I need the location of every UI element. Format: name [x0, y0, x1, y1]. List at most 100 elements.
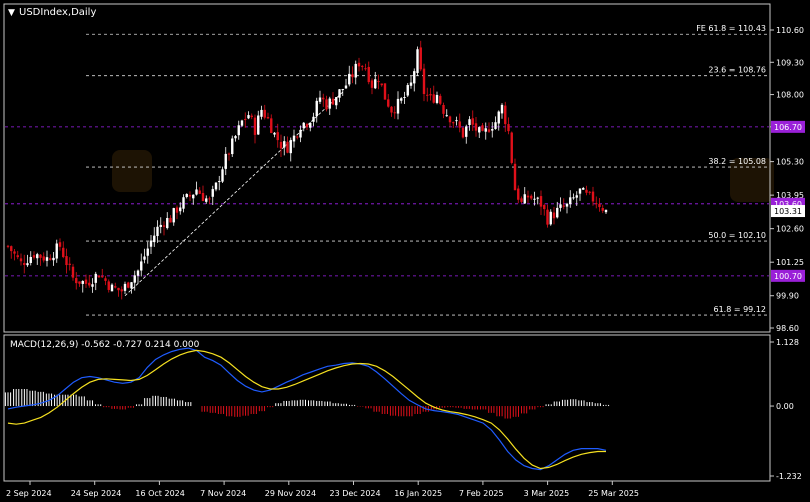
candle-body [374, 79, 377, 89]
candle-body [55, 243, 58, 259]
candle-body [354, 63, 357, 78]
candle-body [497, 111, 500, 124]
candle-body [45, 257, 49, 261]
candle-body [253, 117, 257, 135]
candle-body [400, 98, 403, 101]
candle-body [575, 195, 578, 198]
candle-body [513, 163, 517, 191]
candle-body [559, 204, 562, 208]
candle-body [198, 190, 201, 194]
candle-body [562, 205, 565, 207]
candle-body [491, 129, 494, 131]
candle-body [595, 203, 598, 205]
candle-body [75, 278, 78, 284]
candle-body [52, 257, 55, 261]
candle-body [487, 129, 491, 132]
candle-body [143, 256, 146, 260]
candle-body [140, 261, 143, 271]
candle-body [556, 207, 559, 218]
candle-body [361, 65, 364, 67]
candle-body [162, 225, 166, 227]
candle-body [156, 226, 159, 237]
candle-body [393, 112, 396, 114]
candle-body [429, 94, 432, 96]
chart-canvas: ▼ USDIndex,Daily MACD(12,26,9) -0.562 -0… [0, 0, 810, 502]
candle-body [448, 116, 452, 123]
macd-tick-label: -1.232 [776, 472, 802, 481]
candle-body [13, 251, 16, 254]
fib-level-label: 50.0 = 102.10 [708, 231, 766, 240]
candle-body [224, 153, 227, 169]
candle-body [81, 280, 84, 284]
candle-body [286, 141, 289, 153]
candle-body [416, 49, 419, 73]
candle-body [208, 198, 211, 200]
time-tick-label: 2 Sep 2024 [6, 489, 52, 498]
candle-body [107, 281, 110, 290]
price-tick-label: 110.60 [776, 26, 804, 35]
time-tick-label: 3 Mar 2025 [524, 489, 570, 498]
candle-body [299, 129, 302, 138]
candle-body [6, 245, 10, 247]
price-tick-label: 105.30 [776, 158, 804, 167]
candle-body [23, 262, 26, 265]
candle-body [257, 115, 260, 135]
candle-body [289, 140, 292, 154]
candle-body [49, 258, 52, 260]
fib-level-label: FE 61.8 = 110.43 [696, 24, 766, 33]
candle-body [123, 283, 127, 291]
candle-body [283, 141, 286, 148]
candle-body [127, 282, 130, 288]
candle-body [604, 209, 608, 213]
candle-body [377, 81, 380, 83]
candle-body [546, 209, 549, 225]
candle-body [263, 109, 266, 118]
candle-body [536, 197, 539, 199]
candle-body [409, 82, 413, 86]
candle-body [481, 125, 484, 131]
candle-body [598, 203, 601, 208]
candle-body [279, 141, 283, 149]
price-tick-label: 101.25 [776, 258, 804, 267]
candle-body [153, 235, 156, 243]
candle-body [84, 279, 88, 284]
candle-body [588, 191, 591, 193]
candle-body [244, 118, 247, 120]
time-tick-label: 7 Nov 2024 [200, 489, 246, 498]
fib-level-label: 38.2 = 105.08 [708, 157, 766, 166]
fib-level-label: 23.6 = 108.76 [708, 66, 766, 75]
current-price-label: 103.31 [774, 207, 802, 216]
candle-body [227, 153, 231, 155]
candle-body [240, 120, 244, 126]
candle-body [237, 125, 240, 136]
price-tick-label: 99.90 [776, 292, 799, 301]
candle-body [601, 207, 604, 211]
candle-body [517, 188, 520, 200]
candle-body [565, 203, 569, 207]
candle-body [413, 71, 416, 84]
candle-body [585, 189, 588, 193]
candle-body [71, 266, 75, 278]
candle-body [218, 181, 221, 183]
candle-body [201, 192, 205, 202]
candle-body [221, 169, 224, 182]
candle-body [341, 89, 344, 91]
time-tick-label: 25 Mar 2025 [588, 489, 639, 498]
candle-body [455, 120, 458, 122]
candle-body [247, 115, 250, 119]
candle-body [569, 197, 572, 205]
triangle-icon[interactable]: ▼ [8, 8, 15, 18]
candle-body [296, 136, 299, 138]
candle-body [101, 276, 104, 278]
candle-body [500, 104, 504, 114]
candle-body [526, 195, 530, 198]
candle-body [387, 99, 390, 107]
fib-level-label: 61.8 = 99.12 [713, 305, 766, 314]
candle-body [530, 195, 533, 199]
candle-body [292, 135, 296, 142]
candle-body [305, 124, 309, 128]
candle-body [357, 62, 361, 67]
candle-body [65, 256, 68, 266]
candle-body [192, 194, 195, 199]
candle-body [234, 136, 237, 139]
